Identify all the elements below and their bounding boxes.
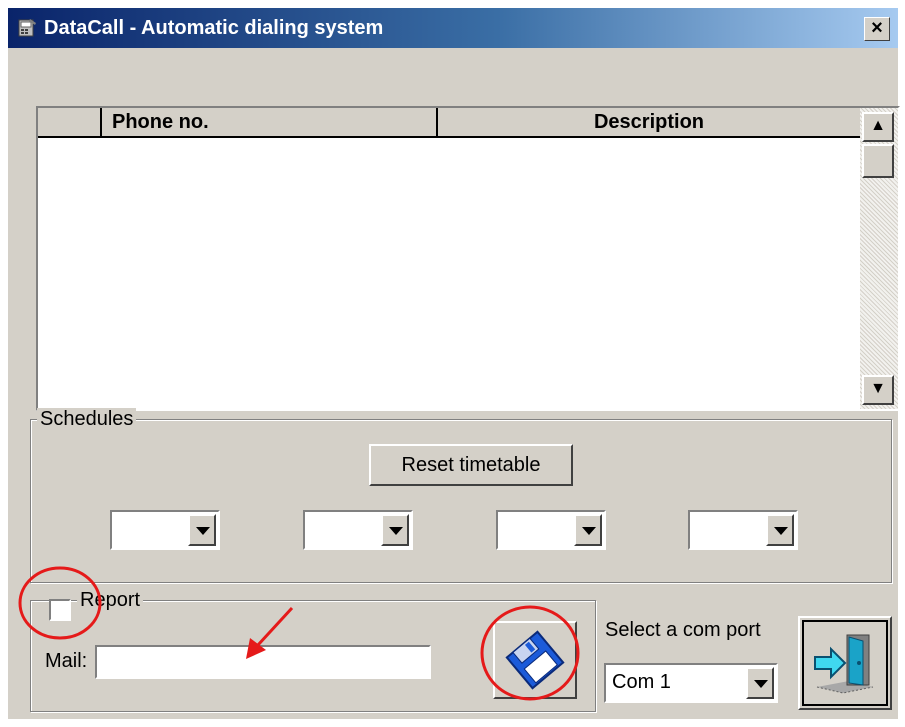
list-vertical-scrollbar[interactable]: ▲ ▼	[860, 108, 898, 409]
dropdown-arrow-icon[interactable]	[574, 514, 602, 546]
schedules-group: Schedules Reset timetable	[30, 408, 892, 583]
column-header-index[interactable]	[38, 108, 102, 136]
com-port-select[interactable]: Com 1	[604, 663, 778, 703]
phone-list[interactable]: Phone no. Description ▲ ▼	[36, 106, 900, 411]
schedule-select-4[interactable]	[688, 510, 798, 550]
com-port-value: Com 1	[612, 671, 671, 693]
reset-timetable-button[interactable]: Reset timetable	[369, 444, 573, 486]
close-icon: ×	[871, 17, 883, 39]
mail-label: Mail:	[45, 650, 88, 672]
mail-input[interactable]	[95, 645, 431, 679]
dropdown-arrow-icon[interactable]	[766, 514, 794, 546]
schedules-legend: Schedules	[37, 408, 137, 430]
scroll-thumb[interactable]	[862, 144, 894, 178]
phone-app-icon	[18, 19, 36, 37]
scroll-down-button[interactable]: ▼	[862, 375, 894, 405]
save-button[interactable]	[493, 621, 577, 699]
schedule-select-2[interactable]	[303, 510, 413, 550]
arrow-down-icon: ▼	[870, 380, 886, 397]
floppy-disk-icon	[505, 630, 565, 690]
arrow-up-icon: ▲	[870, 117, 886, 134]
close-button[interactable]: ×	[864, 17, 890, 41]
com-port-label: Select a com port	[605, 619, 761, 641]
report-label: Report	[77, 589, 144, 611]
dropdown-arrow-icon[interactable]	[188, 514, 216, 546]
title-bar[interactable]: DataCall - Automatic dialing system ×	[8, 8, 898, 48]
dropdown-arrow-icon[interactable]	[381, 514, 409, 546]
schedule-select-3[interactable]	[496, 510, 606, 550]
dropdown-arrow-icon[interactable]	[746, 667, 774, 699]
phone-list-header: Phone no. Description	[38, 108, 860, 138]
report-checkbox[interactable]	[49, 599, 71, 621]
exit-button[interactable]	[798, 616, 892, 710]
main-window: DataCall - Automatic dialing system × Ph…	[8, 8, 900, 719]
schedule-select-1[interactable]	[110, 510, 220, 550]
report-group: Report Mail:	[30, 589, 596, 712]
scroll-up-button[interactable]: ▲	[862, 112, 894, 142]
column-header-description[interactable]: Description	[438, 108, 860, 136]
column-header-phone[interactable]: Phone no.	[102, 108, 438, 136]
window-title: DataCall - Automatic dialing system	[44, 17, 384, 39]
exit-door-icon	[814, 634, 874, 694]
